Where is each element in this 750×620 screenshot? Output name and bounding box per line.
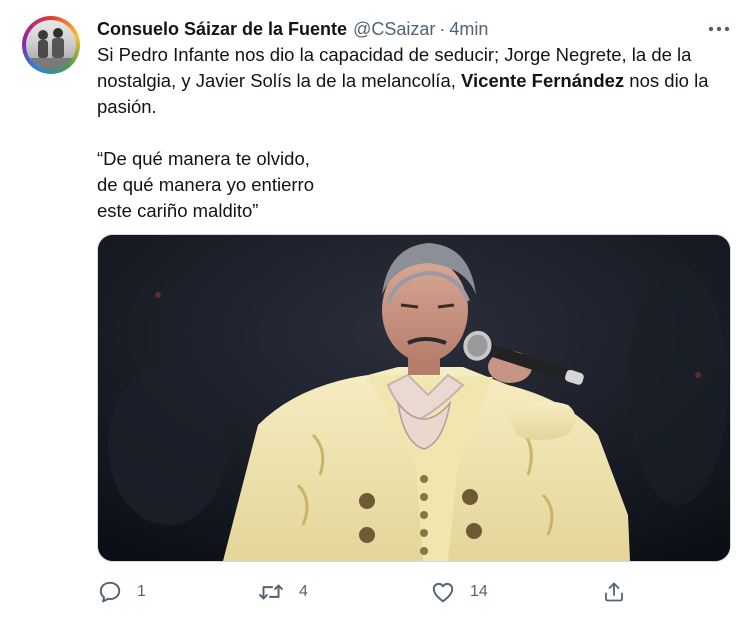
quote-line-3: este cariño maldito” — [97, 200, 259, 221]
avatar-photo — [26, 20, 76, 70]
tweet-header: Consuelo Sáizar de la Fuente @CSaizar · … — [97, 17, 488, 41]
more-options-button[interactable] — [706, 18, 732, 38]
tweet-timestamp[interactable]: 4min — [449, 19, 488, 40]
retweet-icon — [257, 579, 285, 605]
tweet-paragraph: Si Pedro Infante nos dio la capacidad de… — [97, 42, 722, 120]
author-name[interactable]: Consuelo Sáizar de la Fuente — [97, 19, 347, 40]
quote-line-1: “De qué manera te olvido, — [97, 148, 310, 169]
avatar[interactable] — [22, 16, 80, 74]
reply-count: 1 — [137, 583, 146, 600]
author-handle[interactable]: @CSaizar — [353, 19, 435, 40]
more-dots-icon — [708, 19, 730, 37]
separator-dot: · — [439, 18, 446, 39]
share-icon — [602, 579, 626, 605]
tweet-card: Consuelo Sáizar de la Fuente @CSaizar · … — [0, 0, 750, 620]
tweet-actions: 1 4 14 — [97, 578, 637, 608]
heart-icon — [430, 579, 456, 605]
retweet-count: 4 — [299, 583, 308, 600]
share-button[interactable] — [602, 578, 626, 606]
reply-button[interactable]: 1 — [97, 578, 146, 606]
reply-icon — [97, 579, 123, 605]
tweet-photo[interactable] — [97, 234, 731, 562]
tweet-text-bold: Vicente Fernández — [461, 70, 625, 91]
retweet-button[interactable]: 4 — [257, 578, 308, 606]
tweet-text: Si Pedro Infante nos dio la capacidad de… — [97, 42, 722, 224]
like-count: 14 — [470, 583, 488, 600]
quote-line-2: de qué manera yo entierro — [97, 174, 314, 195]
like-button[interactable]: 14 — [430, 578, 488, 606]
